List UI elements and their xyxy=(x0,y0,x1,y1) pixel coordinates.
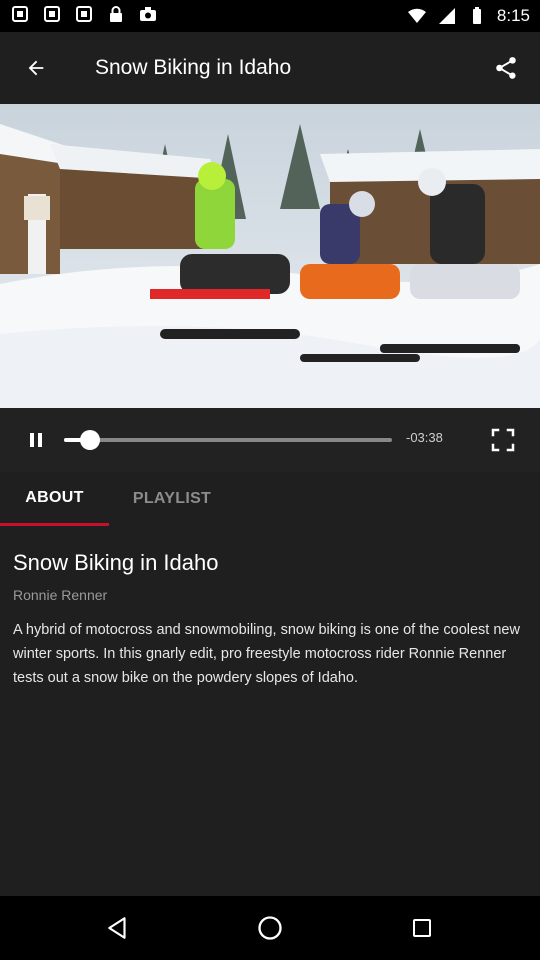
seek-bar[interactable] xyxy=(64,430,392,450)
video-description: A hybrid of motocross and snowmobiling, … xyxy=(13,622,520,686)
notification-icon xyxy=(44,6,60,22)
video-author: Ronnie Renner xyxy=(13,587,108,603)
tab-bar: ABOUT PLAYLIST xyxy=(0,472,540,528)
square-recents-icon xyxy=(413,919,431,937)
video-frame-image xyxy=(0,104,540,408)
notification-icon xyxy=(76,6,92,22)
battery-icon xyxy=(472,7,481,24)
app-bar: Snow Biking in Idaho xyxy=(0,32,540,104)
pause-icon xyxy=(30,433,42,447)
clock: 8:15 xyxy=(496,6,530,25)
lock-icon xyxy=(110,6,122,22)
tab-playlist[interactable]: PLAYLIST xyxy=(118,472,226,526)
nav-home-button[interactable] xyxy=(250,908,290,948)
share-button[interactable] xyxy=(484,46,528,90)
nav-back-button[interactable] xyxy=(98,908,138,948)
camera-icon xyxy=(140,7,156,21)
content-panel: ABOUT PLAYLIST Snow Biking in Idaho Ronn… xyxy=(0,472,540,896)
time-remaining: -03:38 xyxy=(406,430,443,445)
share-icon xyxy=(496,57,516,79)
circle-home-icon xyxy=(258,916,282,940)
back-button[interactable] xyxy=(14,46,58,90)
video-player[interactable] xyxy=(0,104,540,408)
pause-button[interactable] xyxy=(20,424,52,456)
fullscreen-icon xyxy=(491,428,515,452)
tab-about[interactable]: ABOUT xyxy=(0,472,109,526)
page-title: Snow Biking in Idaho xyxy=(95,56,292,79)
seek-bar-thumb[interactable] xyxy=(80,430,101,450)
notification-icon xyxy=(12,6,28,22)
video-title: Snow Biking in Idaho xyxy=(13,550,219,575)
signal-icon xyxy=(438,8,455,24)
arrow-back-icon xyxy=(28,60,44,76)
player-controls: -03:38 xyxy=(0,408,540,472)
fullscreen-button[interactable] xyxy=(484,422,522,458)
notification-icons xyxy=(10,4,158,24)
triangle-back-icon xyxy=(108,917,126,939)
system-icons: 8:15 xyxy=(407,6,530,26)
nav-recents-button[interactable] xyxy=(402,908,442,948)
status-bar: 8:15 xyxy=(0,0,540,32)
navigation-bar xyxy=(0,896,540,960)
wifi-icon xyxy=(407,8,426,23)
